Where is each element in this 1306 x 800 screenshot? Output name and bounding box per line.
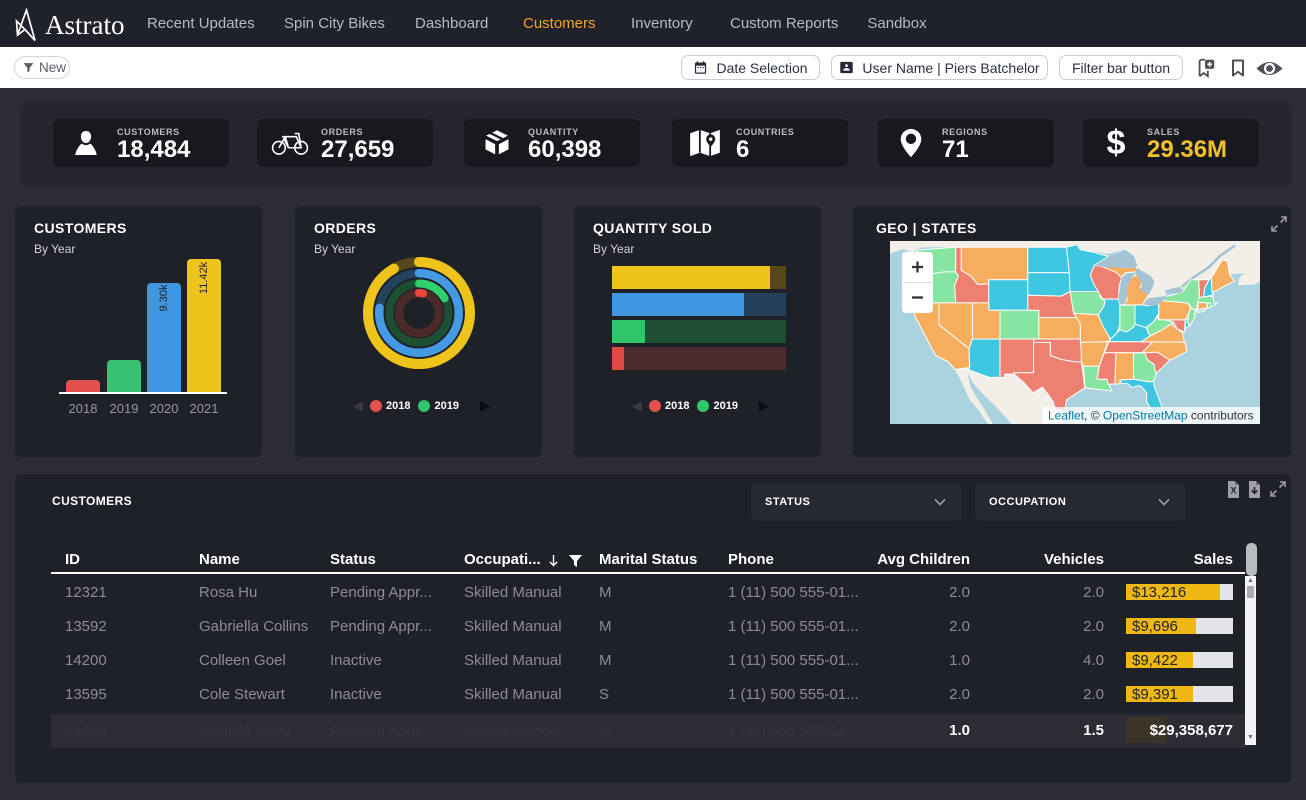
- svg-text:Leaflet, © OpenStreetMap contr: Leaflet, © OpenStreetMap contributors: [1048, 409, 1254, 423]
- svg-text:X: X: [1230, 486, 1236, 496]
